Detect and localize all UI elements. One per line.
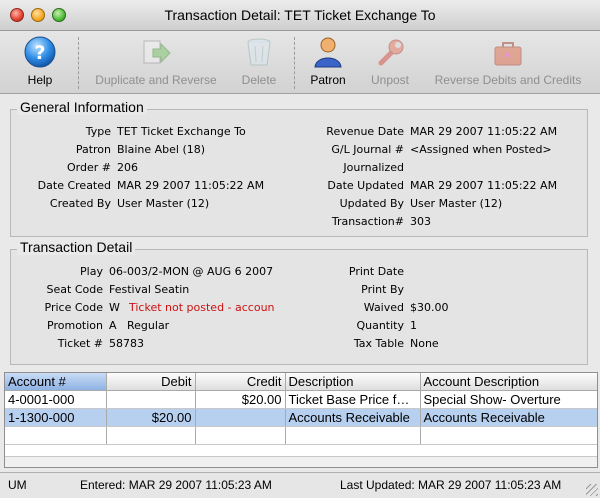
trash-icon [242, 35, 276, 69]
field-price-code: Price Code W Ticket not posted - accoun [44, 301, 275, 314]
field-patron: Patron Blaine Abel (18) [75, 143, 206, 156]
group-title: General Information [17, 99, 147, 115]
field-ticket-number: Ticket # 58783 [57, 337, 144, 350]
field-created-by: Created By User Master (12) [49, 197, 210, 210]
table-row[interactable]: 1-1300-000 $20.00 Accounts Receivable Ac… [5, 408, 597, 427]
group-title: Transaction Detail [17, 239, 136, 255]
duplicate-reverse-button[interactable]: Duplicate and Reverse [88, 35, 224, 91]
resize-grip[interactable] [586, 484, 598, 496]
column-header-account[interactable]: Account # [5, 373, 107, 391]
status-entered: Entered: MAR 29 2007 11:05:23 AM [80, 478, 272, 492]
transaction-detail-group: Transaction Detail Play 06-003/2-MON @ A… [10, 239, 588, 365]
field-print-by: Print By [361, 283, 404, 296]
field-play: Play 06-003/2-MON @ AUG 6 2007 [80, 265, 274, 278]
field-order: Order # 206 [67, 161, 138, 174]
status-last-updated: Last Updated: MAR 29 2007 11:05:23 AM [340, 478, 562, 492]
field-promotion: Promotion A Regular [47, 319, 170, 332]
column-header-debit[interactable]: Debit [106, 373, 196, 391]
field-type: Type TET Ticket Exchange To [85, 125, 246, 138]
patron-button[interactable]: Patron [304, 35, 352, 91]
toolbar: ? Help Duplicate and Reverse Delete Patr… [0, 31, 600, 94]
accounts-table: Account # Debit Credit Description Accou… [4, 372, 598, 468]
horizontal-scrollbar[interactable] [5, 456, 597, 467]
status-bar: UM Entered: MAR 29 2007 11:05:23 AM Last… [0, 472, 600, 498]
field-seat-code: Seat Code Festival Seatin [46, 283, 190, 296]
field-tax-table: Tax Table None [353, 337, 439, 350]
field-journalized: Journalized [343, 161, 404, 174]
field-quantity: Quantity 1 [356, 319, 417, 332]
field-revenue-date: Revenue Date MAR 29 2007 11:05:22 AM [326, 125, 558, 138]
toolbox-icon [491, 35, 525, 69]
unpost-button[interactable]: Unpost [364, 35, 416, 91]
field-waived: Waived $30.00 [363, 301, 449, 314]
column-header-credit[interactable]: Credit [195, 373, 286, 391]
delete-button[interactable]: Delete [236, 35, 282, 91]
reverse-debits-credits-button[interactable]: Reverse Debits and Credits [426, 35, 590, 91]
column-header-description[interactable]: Description [285, 373, 421, 391]
field-gl-journal: G/L Journal # <Assigned when Posted> [331, 143, 552, 156]
general-information-group: General Information Type TET Ticket Exch… [10, 99, 588, 237]
toolbar-separator [78, 37, 80, 89]
svg-text:?: ? [34, 42, 45, 64]
field-updated-by: Updated By User Master (12) [339, 197, 503, 210]
posting-warning: Ticket not posted - accoun [129, 301, 275, 314]
column-header-account-description[interactable]: Account Description [420, 373, 597, 391]
help-icon: ? [23, 35, 57, 69]
wrench-icon [373, 35, 407, 69]
field-transaction-number: Transaction# 303 [331, 215, 431, 228]
title-bar: Transaction Detail: TET Ticket Exchange … [0, 0, 600, 31]
person-icon [311, 35, 345, 69]
field-print-date: Print Date [348, 265, 404, 278]
status-user: UM [8, 478, 27, 492]
window-title: Transaction Detail: TET Ticket Exchange … [164, 7, 436, 23]
field-date-updated: Date Updated MAR 29 2007 11:05:22 AM [327, 179, 558, 192]
field-date-created: Date Created MAR 29 2007 11:05:22 AM [37, 179, 265, 192]
toolbar-separator [294, 37, 296, 89]
duplicate-reverse-icon [139, 35, 173, 69]
help-button[interactable]: ? Help [18, 35, 62, 91]
table-row-empty [5, 426, 597, 445]
table-row[interactable]: 4-0001-000 $20.00 Ticket Base Price for … [5, 390, 597, 409]
